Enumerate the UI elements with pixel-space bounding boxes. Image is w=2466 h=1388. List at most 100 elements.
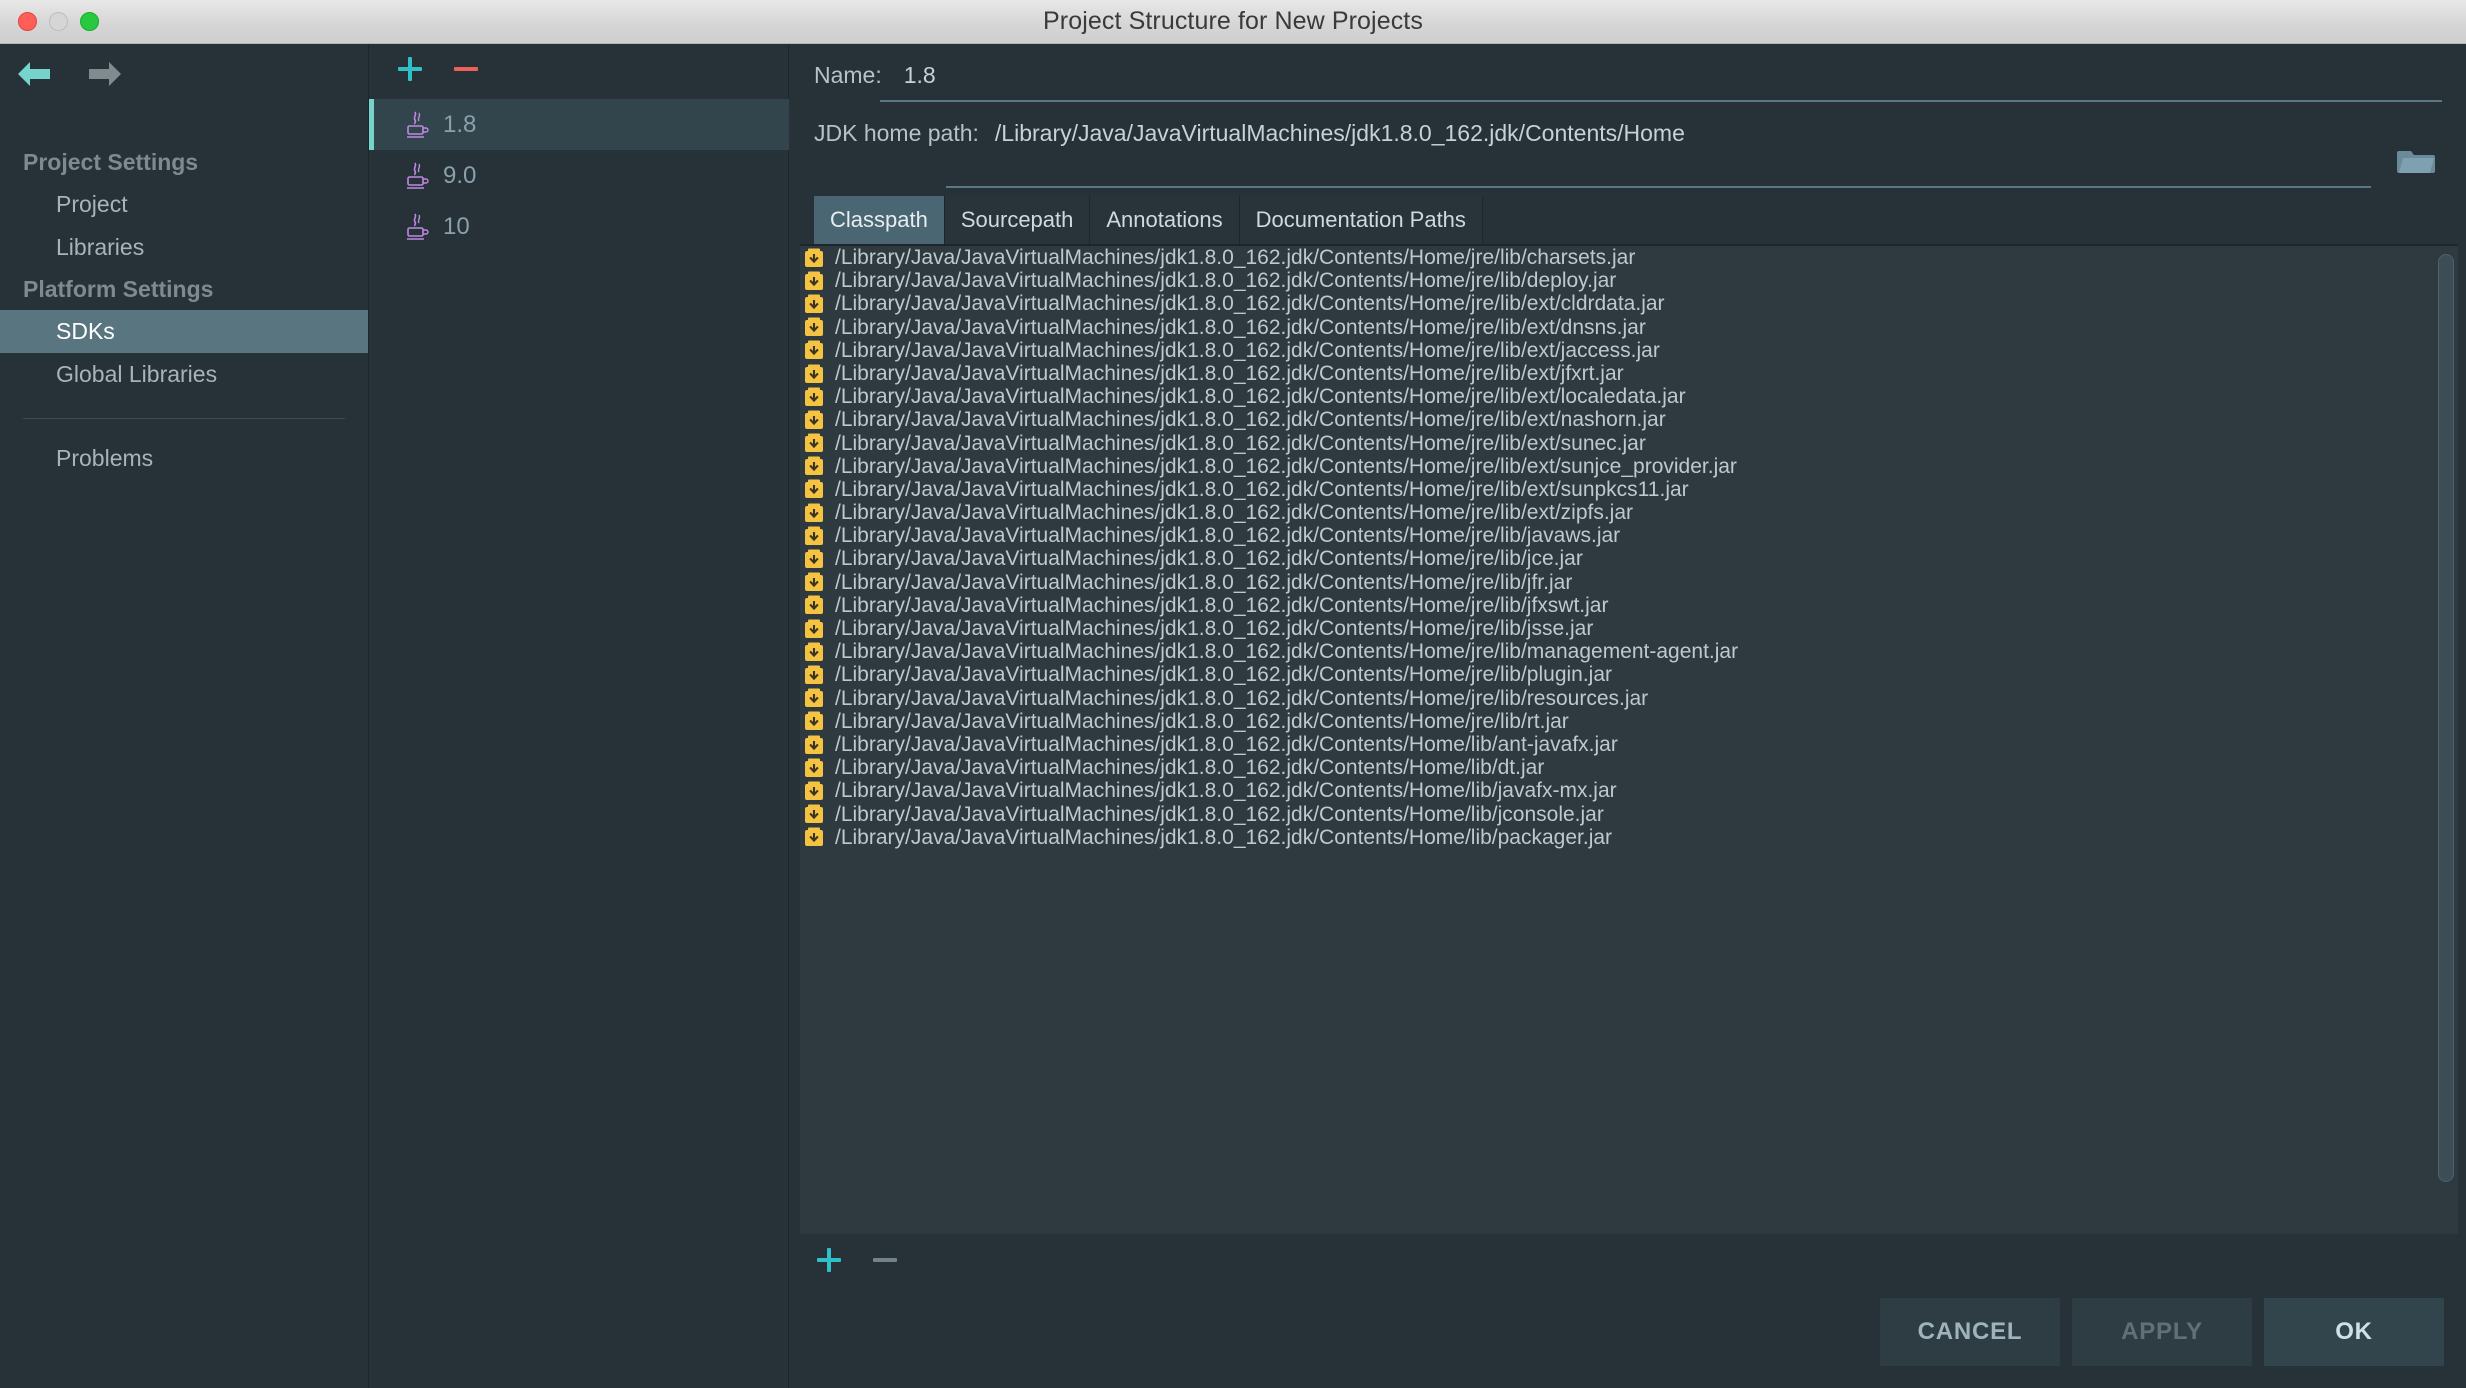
- classpath-entry-path: /Library/Java/JavaVirtualMachines/jdk1.8…: [835, 385, 1686, 409]
- nav-group-project-settings: Project Settings: [23, 149, 199, 175]
- tab-sourcepath[interactable]: Sourcepath: [944, 196, 1091, 244]
- sidebar-item-sdks[interactable]: SDKs: [0, 310, 368, 353]
- jar-file-icon: [803, 386, 825, 408]
- jar-file-icon: [803, 432, 825, 454]
- classpath-entry-path: /Library/Java/JavaVirtualMachines/jdk1.8…: [835, 732, 1618, 756]
- sidebar-item-libraries[interactable]: Libraries: [0, 226, 368, 269]
- add-sdk-button[interactable]: [395, 54, 425, 84]
- classpath-row[interactable]: /Library/Java/JavaVirtualMachines/jdk1.8…: [800, 687, 2458, 710]
- classpath-row[interactable]: /Library/Java/JavaVirtualMachines/jdk1.8…: [800, 339, 2458, 362]
- java-icon: [403, 212, 429, 242]
- classpath-entry-path: /Library/Java/JavaVirtualMachines/jdk1.8…: [835, 361, 1624, 385]
- classpath-row[interactable]: /Library/Java/JavaVirtualMachines/jdk1.8…: [800, 826, 2458, 849]
- zoom-button[interactable]: [80, 12, 99, 31]
- jar-file-icon: [803, 641, 825, 663]
- close-button[interactable]: [18, 12, 37, 31]
- classpath-scrollbar-thumb[interactable]: [2438, 254, 2454, 1182]
- tab-documentation-paths[interactable]: Documentation Paths: [1239, 196, 1483, 244]
- sdk-list-item-9-0[interactable]: 9.0: [369, 150, 789, 201]
- classpath-row[interactable]: /Library/Java/JavaVirtualMachines/jdk1.8…: [800, 663, 2458, 686]
- classpath-row[interactable]: /Library/Java/JavaVirtualMachines/jdk1.8…: [800, 432, 2458, 455]
- classpath-row[interactable]: /Library/Java/JavaVirtualMachines/jdk1.8…: [800, 710, 2458, 733]
- classpath-row[interactable]: /Library/Java/JavaVirtualMachines/jdk1.8…: [800, 756, 2458, 779]
- classpath-row[interactable]: /Library/Java/JavaVirtualMachines/jdk1.8…: [800, 478, 2458, 501]
- remove-classpath-entry-button[interactable]: [870, 1245, 900, 1275]
- classpath-row[interactable]: /Library/Java/JavaVirtualMachines/jdk1.8…: [800, 547, 2458, 570]
- classpath-row[interactable]: /Library/Java/JavaVirtualMachines/jdk1.8…: [800, 571, 2458, 594]
- classpath-entry-path: /Library/Java/JavaVirtualMachines/jdk1.8…: [835, 825, 1613, 849]
- sidebar-divider: [23, 418, 345, 419]
- classpath-entry-path: /Library/Java/JavaVirtualMachines/jdk1.8…: [835, 338, 1660, 362]
- jar-file-icon: [803, 293, 825, 315]
- jdk-home-row: JDK home path: /Library/Java/JavaVirtual…: [814, 120, 1685, 147]
- classpath-entry-path: /Library/Java/JavaVirtualMachines/jdk1.8…: [835, 454, 1737, 478]
- traffic-lights: [18, 12, 99, 31]
- window-title-bar: Project Structure for New Projects: [0, 0, 2466, 44]
- sdk-name-underline: [880, 100, 2442, 102]
- jar-file-icon: [803, 548, 825, 570]
- jar-file-icon: [803, 803, 825, 825]
- classpath-entry-path: /Library/Java/JavaVirtualMachines/jdk1.8…: [835, 570, 1573, 594]
- sdk-list-item-label: 9.0: [443, 161, 477, 189]
- path-type-tabs: Classpath Sourcepath Annotations Documen…: [814, 196, 1483, 244]
- classpath-row[interactable]: /Library/Java/JavaVirtualMachines/jdk1.8…: [800, 779, 2458, 802]
- jar-file-icon: [803, 363, 825, 385]
- jar-file-icon: [803, 455, 825, 477]
- classpath-row[interactable]: /Library/Java/JavaVirtualMachines/jdk1.8…: [800, 246, 2458, 269]
- classpath-entry-path: /Library/Java/JavaVirtualMachines/jdk1.8…: [835, 593, 1609, 617]
- classpath-row[interactable]: /Library/Java/JavaVirtualMachines/jdk1.8…: [800, 292, 2458, 315]
- folder-icon[interactable]: [2396, 145, 2436, 179]
- classpath-list[interactable]: /Library/Java/JavaVirtualMachines/jdk1.8…: [800, 244, 2458, 1234]
- cancel-button[interactable]: CANCEL: [1880, 1298, 2060, 1366]
- classpath-entry-path: /Library/Java/JavaVirtualMachines/jdk1.8…: [835, 408, 1666, 432]
- jar-file-icon: [803, 525, 825, 547]
- tab-annotations[interactable]: Annotations: [1090, 196, 1240, 244]
- sdk-name-row: Name: 1.8: [814, 62, 936, 89]
- dialog-button-bar: CANCEL APPLY OK: [1880, 1298, 2444, 1366]
- sdk-list-item-1-8[interactable]: 1.8: [369, 99, 789, 150]
- sdk-name-input[interactable]: 1.8: [904, 62, 936, 89]
- jdk-home-underline: [946, 186, 2371, 188]
- java-icon: [403, 110, 429, 140]
- remove-sdk-button[interactable]: [451, 54, 481, 84]
- jar-file-icon: [803, 478, 825, 500]
- jdk-home-input[interactable]: /Library/Java/JavaVirtualMachines/jdk1.8…: [995, 120, 1685, 147]
- classpath-scrollbar[interactable]: [2438, 254, 2454, 1214]
- forward-arrow-icon[interactable]: [87, 59, 123, 89]
- classpath-row[interactable]: /Library/Java/JavaVirtualMachines/jdk1.8…: [800, 385, 2458, 408]
- classpath-entry-path: /Library/Java/JavaVirtualMachines/jdk1.8…: [835, 686, 1649, 710]
- classpath-row[interactable]: /Library/Java/JavaVirtualMachines/jdk1.8…: [800, 733, 2458, 756]
- classpath-entry-path: /Library/Java/JavaVirtualMachines/jdk1.8…: [835, 756, 1545, 780]
- classpath-row[interactable]: /Library/Java/JavaVirtualMachines/jdk1.8…: [800, 617, 2458, 640]
- jar-file-icon: [803, 687, 825, 709]
- jar-file-icon: [803, 270, 825, 292]
- add-classpath-entry-button[interactable]: [814, 1245, 844, 1275]
- sidebar-item-project[interactable]: Project: [0, 183, 368, 226]
- sdk-list: 1.8 9.0 10: [369, 99, 789, 252]
- sidebar-item-global-libraries[interactable]: Global Libraries: [0, 353, 368, 396]
- nav-group-platform-settings: Platform Settings: [23, 276, 214, 302]
- classpath-row[interactable]: /Library/Java/JavaVirtualMachines/jdk1.8…: [800, 803, 2458, 826]
- classpath-row[interactable]: /Library/Java/JavaVirtualMachines/jdk1.8…: [800, 408, 2458, 431]
- classpath-row[interactable]: /Library/Java/JavaVirtualMachines/jdk1.8…: [800, 316, 2458, 339]
- classpath-entry-path: /Library/Java/JavaVirtualMachines/jdk1.8…: [835, 292, 1665, 316]
- sdk-detail-panel: Name: 1.8 JDK home path: /Library/Java/J…: [790, 44, 2466, 1388]
- back-arrow-icon[interactable]: [16, 59, 52, 89]
- apply-button[interactable]: APPLY: [2072, 1298, 2252, 1366]
- classpath-row[interactable]: /Library/Java/JavaVirtualMachines/jdk1.8…: [800, 524, 2458, 547]
- ok-button[interactable]: OK: [2264, 1298, 2444, 1366]
- classpath-entry-path: /Library/Java/JavaVirtualMachines/jdk1.8…: [835, 269, 1617, 293]
- sidebar-item-problems[interactable]: Problems: [0, 437, 368, 480]
- classpath-row[interactable]: /Library/Java/JavaVirtualMachines/jdk1.8…: [800, 455, 2458, 478]
- classpath-row[interactable]: /Library/Java/JavaVirtualMachines/jdk1.8…: [800, 269, 2458, 292]
- classpath-row[interactable]: /Library/Java/JavaVirtualMachines/jdk1.8…: [800, 501, 2458, 524]
- tab-classpath[interactable]: Classpath: [814, 196, 945, 244]
- sdk-list-item-label: 1.8: [443, 110, 477, 138]
- sdk-list-item-10[interactable]: 10: [369, 201, 789, 252]
- classpath-row[interactable]: /Library/Java/JavaVirtualMachines/jdk1.8…: [800, 362, 2458, 385]
- minimize-button[interactable]: [49, 12, 68, 31]
- classpath-row[interactable]: /Library/Java/JavaVirtualMachines/jdk1.8…: [800, 594, 2458, 617]
- classpath-entry-path: /Library/Java/JavaVirtualMachines/jdk1.8…: [835, 315, 1646, 339]
- classpath-entry-path: /Library/Java/JavaVirtualMachines/jdk1.8…: [835, 640, 1739, 664]
- classpath-row[interactable]: /Library/Java/JavaVirtualMachines/jdk1.8…: [800, 640, 2458, 663]
